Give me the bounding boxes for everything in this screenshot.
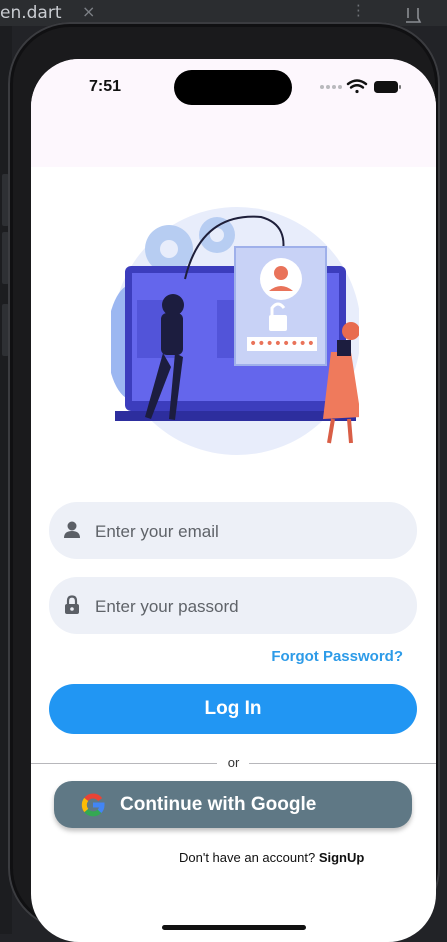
login-button[interactable]: Log In	[49, 684, 417, 734]
google-button-label: Continue with Google	[120, 794, 317, 815]
login-illustration: ••••••••	[111, 207, 359, 455]
editor-tab-label[interactable]: en.dart	[0, 3, 62, 23]
home-indicator[interactable]	[162, 925, 306, 930]
bell-icon[interactable]	[398, 0, 428, 26]
password-mask-text: ••••••••	[249, 336, 315, 352]
close-icon[interactable]: ×	[82, 2, 95, 21]
google-signin-button[interactable]: Continue with Google	[54, 781, 412, 828]
divider-right	[249, 763, 436, 764]
email-input[interactable]	[93, 502, 397, 561]
password-input[interactable]	[93, 577, 397, 636]
signup-prompt: Don't have an account?	[179, 850, 316, 865]
status-icons	[320, 79, 401, 94]
signup-link[interactable]: SignUp	[319, 850, 365, 865]
app-screen: 7:51 •••••••• Enter your email Forgot Pa…	[31, 59, 436, 942]
status-time: 7:51	[89, 78, 122, 95]
dynamic-island	[174, 70, 292, 105]
email-field[interactable]	[49, 502, 417, 561]
google-logo-icon	[81, 793, 105, 817]
signup-row: Don't have an account? SignUp	[179, 850, 364, 865]
phone-frame: 7:51 •••••••• Enter your email Forgot Pa…	[8, 22, 440, 942]
battery-icon	[374, 81, 401, 93]
forgot-password-link[interactable]: Forgot Password?	[271, 648, 403, 665]
person-icon	[64, 521, 80, 538]
more-vertical-icon[interactable]: · · ·	[356, 0, 361, 24]
wifi-icon	[346, 79, 368, 94]
signal-dots-icon	[320, 85, 342, 89]
lock-icon	[65, 595, 79, 614]
password-field[interactable]	[49, 577, 417, 636]
